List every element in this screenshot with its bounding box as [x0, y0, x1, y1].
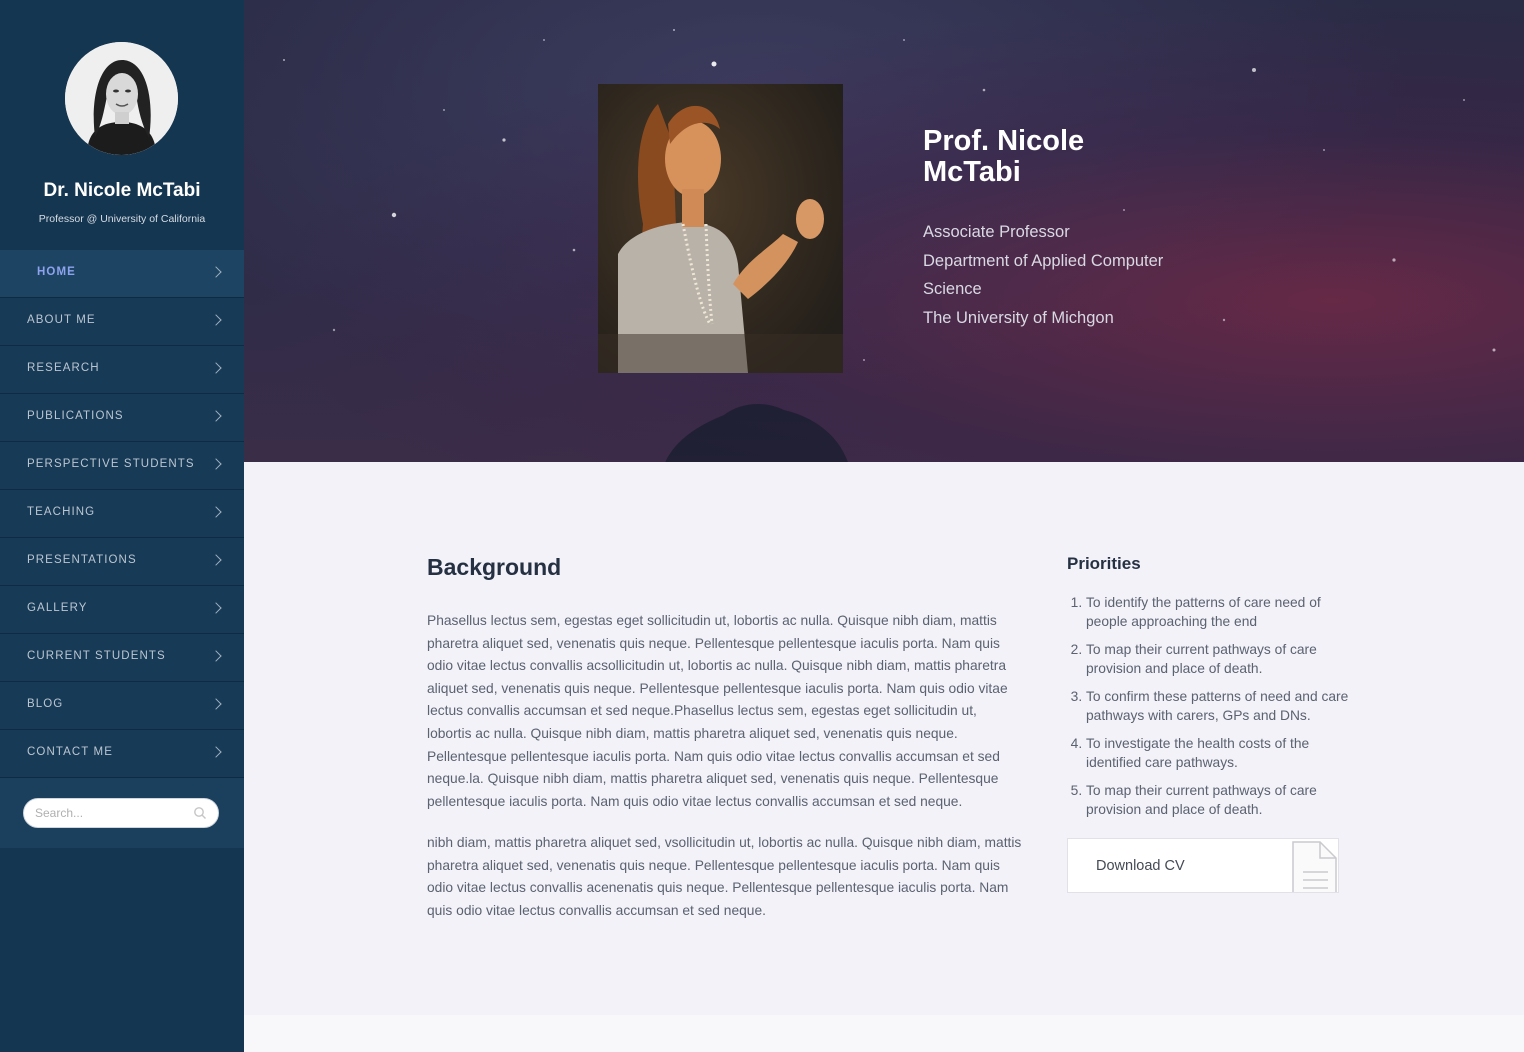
nav-item-blog[interactable]: BLOG [0, 682, 244, 730]
priorities-list: To identify the patterns of care need of… [1067, 593, 1356, 828]
avatar [65, 42, 178, 155]
nav-item-label: CONTACT ME [27, 746, 113, 758]
nav-item-teaching[interactable]: TEACHING [0, 490, 244, 538]
nav-item-label: RESEARCH [27, 362, 100, 374]
document-icon [1292, 841, 1337, 892]
nav-item-label: PUBLICATIONS [27, 410, 124, 422]
chevron-right-icon [210, 602, 222, 614]
background-paragraph: Phasellus lectus sem, egestas eget solli… [427, 613, 1008, 809]
nav-item-label: PRESENTATIONS [27, 554, 137, 566]
search-area [0, 778, 244, 848]
list-item: To confirm these patterns of need and ca… [1086, 687, 1356, 725]
search-input[interactable] [23, 798, 219, 828]
chevron-right-icon [210, 746, 222, 758]
list-item: To identify the patterns of care need of… [1086, 593, 1356, 631]
hero-info-line: The University of Michgon [923, 308, 1114, 327]
hero-info-line: Science [923, 280, 982, 298]
chevron-right-icon [210, 410, 222, 422]
chevron-right-icon [210, 650, 222, 662]
nav-item-label: CURRENT STUDENTS [27, 650, 166, 662]
nav-item-label: ABOUT ME [27, 314, 96, 326]
nav-item-label: HOME [37, 266, 76, 278]
sidebar-nav: HOME ABOUT ME RESEARCH PUBLICATIONS PERS… [0, 250, 244, 778]
nav-item-perspective-students[interactable]: PERSPECTIVE STUDENTS [0, 442, 244, 490]
nav-item-label: TEACHING [27, 506, 96, 518]
nav-item-publications[interactable]: PUBLICATIONS [0, 394, 244, 442]
profile-subtitle: Professor @ University of California [38, 213, 206, 225]
nav-item-label: PERSPECTIVE STUDENTS [27, 458, 195, 470]
main-content: Background Phasellus lectus sem, egestas… [244, 462, 1524, 1015]
footer-band [244, 1015, 1524, 1052]
hero-banner: Prof. Nicole McTabi Associate Professor … [244, 0, 1524, 462]
chevron-right-icon [210, 506, 222, 518]
starfield-background [283, 29, 1496, 361]
profile-header: Dr. Nicole McTabi Professor @ University… [0, 0, 244, 250]
hero-name: Prof. Nicole McTabi [923, 125, 1085, 188]
chevron-right-icon [210, 698, 222, 710]
chevron-right-icon [210, 458, 222, 470]
hero-info-line: Associate Professor [923, 223, 1070, 241]
nav-item-label: BLOG [27, 698, 64, 710]
hero-info: Associate Professor Department of Applie… [923, 218, 1193, 332]
nav-item-gallery[interactable]: GALLERY [0, 586, 244, 634]
nav-item-presentations[interactable]: PRESENTATIONS [0, 538, 244, 586]
sidebar: Dr. Nicole McTabi Professor @ University… [0, 0, 244, 1052]
hero-info-line: Department of Applied Computer [923, 251, 1164, 270]
nav-item-about-me[interactable]: ABOUT ME [0, 298, 244, 346]
chevron-right-icon [210, 362, 222, 374]
download-cv-label: Download CV [1096, 858, 1185, 874]
hero-portrait-photo [598, 84, 843, 373]
chevron-right-icon [210, 266, 222, 278]
list-item: To map their current pathways of care pr… [1086, 640, 1356, 678]
chevron-right-icon [210, 314, 222, 326]
search-icon[interactable] [193, 806, 207, 820]
nav-item-contact-me[interactable]: CONTACT ME [0, 730, 244, 778]
nav-item-label: GALLERY [27, 602, 88, 614]
list-item: To investigate the health costs of the i… [1086, 734, 1356, 772]
tree-silhouette [665, 404, 848, 462]
nav-item-home[interactable]: HOME [0, 250, 244, 298]
chevron-right-icon [210, 554, 222, 566]
list-item: To map their current pathways of care pr… [1086, 781, 1356, 819]
background-paragraph: nibh diam, mattis pharetra aliquet sed, … [427, 835, 1022, 918]
priorities-heading: Priorities [1067, 554, 1141, 573]
profile-name: Dr. Nicole McTabi [43, 180, 201, 201]
download-cv-button[interactable]: Download CV [1067, 838, 1339, 893]
nav-item-current-students[interactable]: CURRENT STUDENTS [0, 634, 244, 682]
background-heading: Background [427, 554, 562, 580]
nav-item-research[interactable]: RESEARCH [0, 346, 244, 394]
